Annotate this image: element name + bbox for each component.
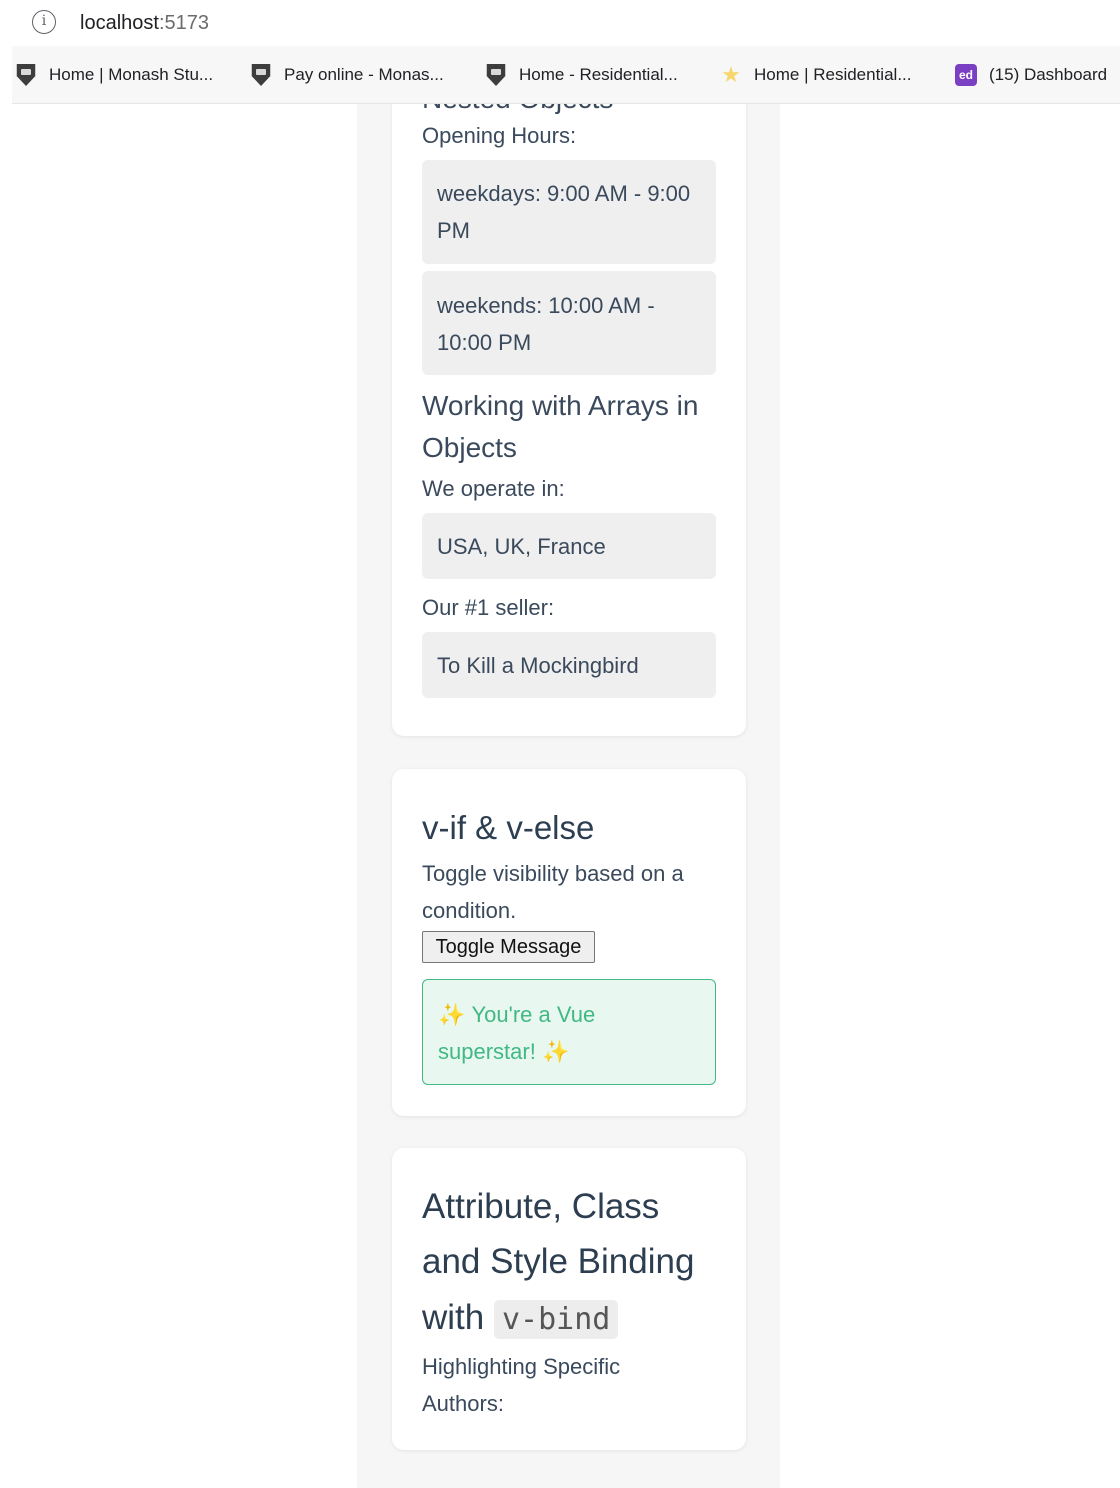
opening-hours-label: Opening Hours: — [422, 123, 577, 148]
weekdays-line: weekdays: 9:00 AM - 9:00 — [437, 181, 691, 206]
bookmark-label: (15) Dashboard — [989, 65, 1108, 84]
toggle-message-button[interactable]: Toggle Message — [422, 931, 595, 963]
arrays-heading-line2: Objects — [422, 432, 517, 463]
url-host: localhost — [80, 12, 159, 34]
binding-heading-line2: and Style Binding — [422, 1242, 695, 1281]
weekdays-hours-box: weekdays: 9:00 AM - 9:00 PM — [422, 160, 716, 264]
bookmark-pay-online[interactable]: Pay online - Monas... — [250, 62, 444, 88]
weekends-hours-box: weekends: 10:00 AM - 10:00 PM — [422, 271, 716, 375]
binding-description-line1: Highlighting Specific — [422, 1354, 621, 1379]
superstar-message: ✨ You're a Vue superstar! ✨ — [422, 979, 716, 1085]
ed-icon: ed — [955, 64, 977, 86]
countries-text: USA, UK, France — [437, 534, 606, 559]
message-line2: superstar! ✨ — [438, 1033, 700, 1070]
v-bind-code: v-bind — [493, 1300, 619, 1339]
bookmark-home-residential[interactable]: Home - Residential... — [485, 62, 678, 88]
bookmark-label: Home | Residential... — [754, 65, 912, 84]
bookmark-home-residential-2[interactable]: ★ Home | Residential... — [720, 62, 911, 88]
monash-shield-icon — [16, 64, 36, 86]
arrays-heading-line1: Working with Arrays in — [422, 390, 699, 421]
vif-heading: v-if & v-else — [422, 809, 595, 846]
vif-description-line1: Toggle visibility based on a — [422, 861, 684, 886]
star-icon: ★ — [721, 62, 741, 87]
binding-heading-prefix: with — [422, 1298, 485, 1337]
monash-shield-icon — [486, 64, 506, 86]
operate-label: We operate in: — [422, 476, 565, 501]
seller-label: Our #1 seller: — [422, 595, 555, 620]
bookmark-monash-student[interactable]: Home | Monash Stu... — [15, 62, 213, 88]
bookmark-dashboard[interactable]: ed (15) Dashboard — [955, 62, 1107, 88]
vif-description-line2: condition. — [422, 898, 517, 923]
binding-heading-line3: with v-bind — [422, 1290, 619, 1347]
message-text: superstar! — [438, 1039, 536, 1064]
bookmark-label: Home - Residential... — [519, 65, 678, 84]
countries-box: USA, UK, France — [422, 513, 716, 579]
binding-description-line2: Authors: — [422, 1391, 504, 1416]
sparkle-icon: ✨ — [541, 1039, 570, 1064]
url-text[interactable]: localhost:5173 — [80, 10, 209, 36]
seller-box: To Kill a Mockingbird — [422, 632, 716, 698]
weekends-line: weekends: 10:00 AM - — [437, 293, 655, 318]
message-line1: ✨ You're a Vue — [438, 996, 700, 1033]
bookmark-label: Pay online - Monas... — [284, 65, 444, 84]
weekdays-line: PM — [437, 218, 470, 243]
address-bar[interactable]: i localhost:5173 — [0, 0, 1120, 46]
bookmarks-bar: Home | Monash Stu... Pay online - Monas.… — [12, 46, 1120, 104]
binding-heading-line1: Attribute, Class — [422, 1187, 660, 1226]
sparkle-icon: ✨ — [438, 1002, 466, 1027]
bookmark-label: Home | Monash Stu... — [49, 65, 214, 84]
site-info-icon[interactable]: i — [32, 10, 56, 34]
seller-text: To Kill a Mockingbird — [437, 653, 639, 678]
weekends-line: 10:00 PM — [437, 330, 532, 355]
url-port: :5173 — [158, 12, 209, 34]
monash-shield-icon — [251, 64, 271, 86]
message-text: You're a Vue — [471, 1002, 596, 1027]
